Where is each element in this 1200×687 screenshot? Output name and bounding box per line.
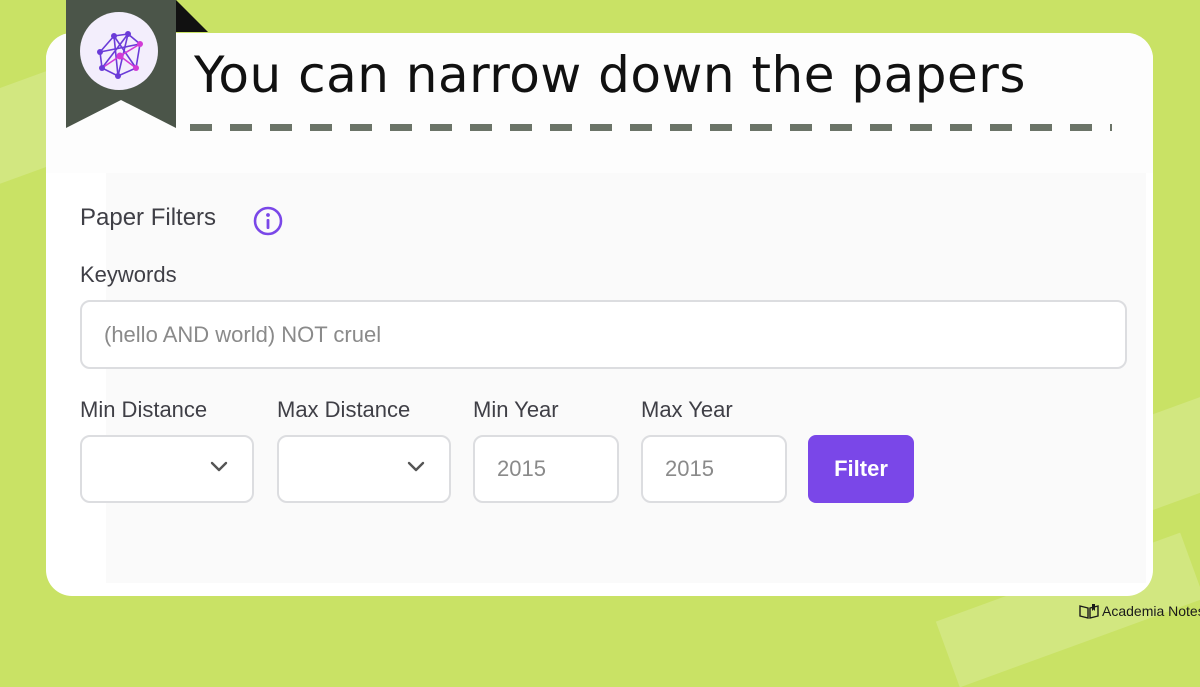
max-year-label: Max Year bbox=[641, 397, 733, 422]
min-distance-select[interactable] bbox=[80, 435, 254, 503]
slide-title: You can narrow down the papers bbox=[194, 46, 1026, 104]
max-distance-label: Max Distance bbox=[277, 397, 411, 422]
max-distance-select[interactable] bbox=[277, 435, 451, 503]
max-year-value: 2015 bbox=[665, 456, 714, 481]
filter-button[interactable]: Filter bbox=[808, 435, 914, 503]
panel-heading: Paper Filters bbox=[80, 204, 217, 231]
keywords-label: Keywords bbox=[80, 262, 177, 287]
keywords-placeholder: (hello AND world) NOT cruel bbox=[104, 321, 382, 347]
min-year-value: 2015 bbox=[497, 456, 546, 481]
min-year-input[interactable]: 2015 bbox=[473, 435, 619, 503]
brand-footer: Academia Notes bbox=[1079, 603, 1200, 619]
info-icon[interactable] bbox=[252, 205, 284, 237]
min-distance-label: Min Distance bbox=[80, 397, 208, 422]
book-icon bbox=[1079, 604, 1099, 619]
keywords-input[interactable]: (hello AND world) NOT cruel bbox=[80, 300, 1127, 369]
min-year-label: Min Year bbox=[473, 397, 559, 422]
dashed-divider bbox=[190, 124, 1112, 131]
brand-name: Academia Notes bbox=[1102, 603, 1200, 619]
logo-badge bbox=[80, 12, 158, 90]
chevron-down-icon bbox=[210, 461, 228, 472]
chevron-down-icon bbox=[407, 461, 425, 472]
network-logo-icon bbox=[97, 31, 143, 79]
max-year-input[interactable]: 2015 bbox=[641, 435, 787, 503]
ribbon-fold bbox=[176, 0, 208, 32]
